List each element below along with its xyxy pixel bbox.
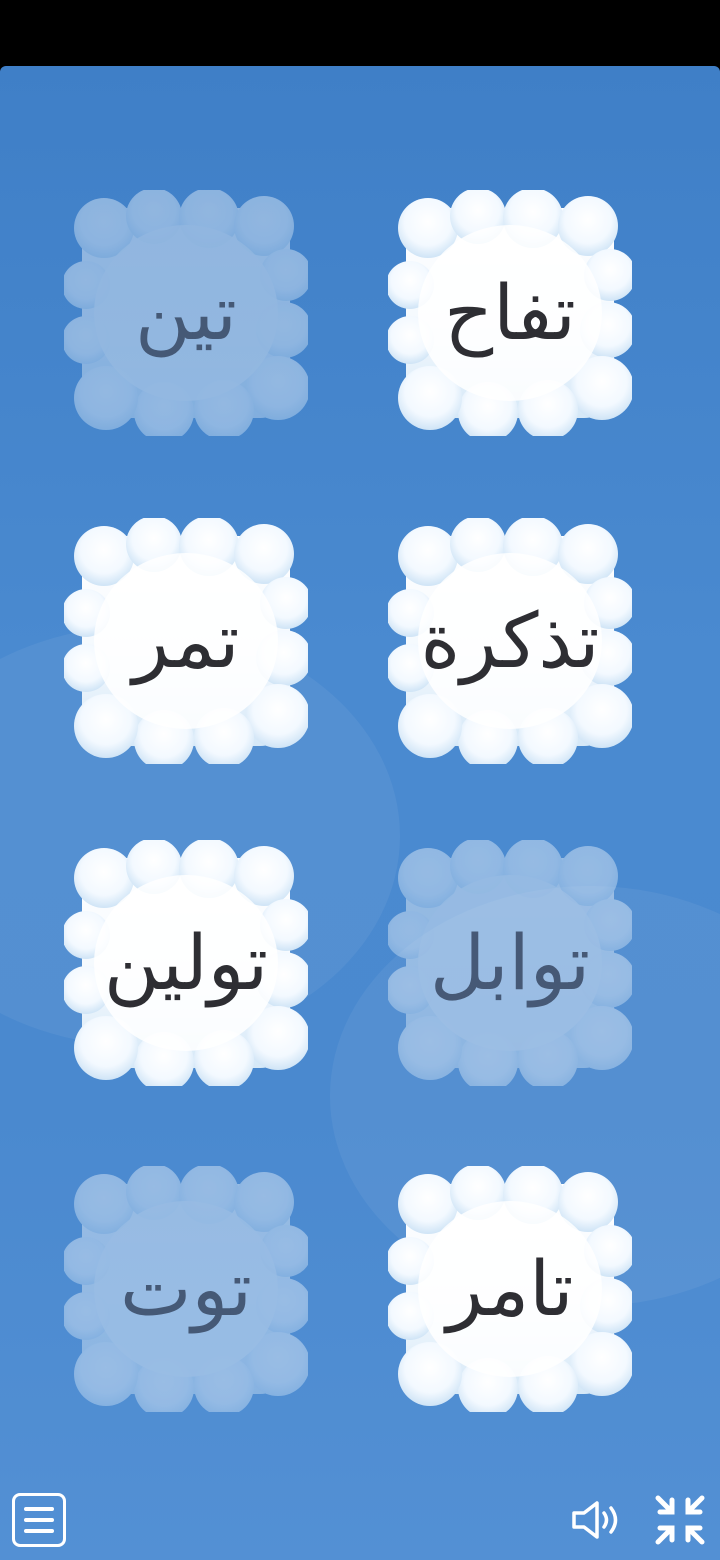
- word-label: تين: [135, 268, 237, 357]
- bottom-toolbar: [0, 1480, 720, 1560]
- speaker-icon[interactable]: [570, 1498, 626, 1542]
- menu-icon-line: [24, 1529, 54, 1533]
- menu-icon-line: [24, 1518, 54, 1522]
- word-label: توت: [120, 1244, 252, 1333]
- word-label: تذكرة: [420, 596, 600, 685]
- word-card-bottom-right[interactable]: تامر: [388, 1166, 632, 1412]
- word-label: تولين: [103, 918, 269, 1007]
- word-card-row3-right[interactable]: توابل: [388, 840, 632, 1086]
- word-label: توابل: [429, 918, 591, 1007]
- status-bar: [0, 0, 720, 66]
- collapse-fullscreen-icon[interactable]: [652, 1492, 708, 1548]
- word-card-bottom-left[interactable]: توت: [64, 1166, 308, 1412]
- menu-icon-line: [24, 1507, 54, 1511]
- word-label: تفاح: [444, 268, 576, 357]
- word-card-top-right[interactable]: تفاح: [388, 190, 632, 436]
- word-label: تمر: [132, 596, 240, 685]
- game-board: تين تفاح تمر تذكرة تولين توابل توت تامر: [0, 66, 720, 1560]
- word-label: تامر: [446, 1244, 574, 1333]
- word-card-top-left[interactable]: تين: [64, 190, 308, 436]
- word-card-row2-right[interactable]: تذكرة: [388, 518, 632, 764]
- menu-button[interactable]: [12, 1493, 66, 1547]
- word-card-row2-left[interactable]: تمر: [64, 518, 308, 764]
- word-card-row3-left[interactable]: تولين: [64, 840, 308, 1086]
